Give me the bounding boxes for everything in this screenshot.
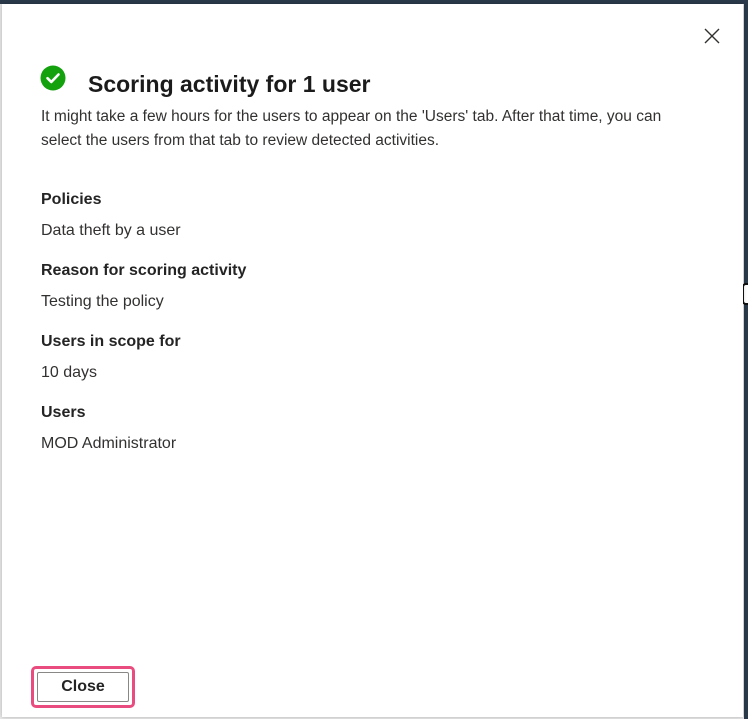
close-dialog-button[interactable]: [700, 24, 724, 48]
users-in-scope-value: 10 days: [41, 364, 98, 381]
close-icon[interactable]: [700, 24, 724, 48]
dialog-description: It might take a few hours for the users …: [41, 108, 662, 149]
reason-label: Reason for scoring activity: [41, 262, 247, 279]
users-in-scope-label: Users in scope for: [41, 333, 181, 350]
close-button[interactable]: Close: [37, 672, 129, 702]
window-right-edge: [744, 4, 748, 719]
check-circle-icon: [40, 65, 66, 91]
close-button-highlight[interactable]: Close: [31, 666, 135, 708]
scoring-activity-dialog: Scoring activity for 1 user It might tak…: [2, 4, 743, 717]
users-label: Users: [41, 404, 86, 421]
reason-value: Testing the policy: [41, 293, 164, 310]
users-value: MOD Administrator: [41, 435, 177, 452]
dialog-title: Scoring activity for 1 user: [88, 70, 371, 97]
policies-label: Policies: [41, 191, 102, 208]
dialog-header: Scoring activity for 1 user: [40, 65, 371, 100]
policies-value: Data theft by a user: [41, 222, 181, 239]
